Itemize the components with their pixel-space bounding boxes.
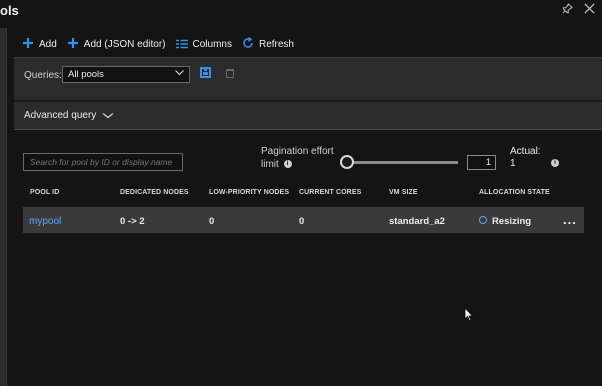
- column-header-allocation-state[interactable]: ALLOCATION STATE: [479, 189, 550, 196]
- add-json-editor-button[interactable]: Add (JSON editor): [67, 37, 166, 52]
- circle-status-icon: [479, 216, 487, 224]
- vm-size-cell: standard_a2: [389, 216, 445, 227]
- advanced-query-toggle[interactable]: Advanced query: [14, 102, 602, 129]
- low-priority-nodes-cell: 0: [209, 216, 215, 227]
- add-label: Add: [39, 38, 57, 50]
- queries-bar: Queries: All pools: [14, 58, 602, 100]
- chevron-down-icon: [175, 68, 184, 78]
- pagination-label-line2-text: limit: [261, 159, 279, 170]
- blade-border: [6, 28, 7, 386]
- pagination-label: Pagination effort limit i: [261, 145, 345, 171]
- column-header-current-cores[interactable]: CURRENT CORES: [299, 189, 361, 196]
- advanced-query-label: Advanced query: [24, 110, 97, 121]
- mouse-cursor-icon: [464, 306, 474, 327]
- pagination-limit-input[interactable]: 1: [467, 155, 496, 170]
- toolbar: Add Add (JSON editor) Columns Refresh: [14, 31, 602, 57]
- chevron-down-icon: [102, 111, 114, 121]
- column-header-dedicated-nodes[interactable]: DEDICATED NODES: [120, 189, 189, 196]
- table-row[interactable]: mypool 0 -> 2 0 0 standard_a2 Resizing .…: [23, 207, 584, 233]
- actual-value: 1: [510, 158, 516, 169]
- close-icon[interactable]: [584, 1, 595, 18]
- refresh-button[interactable]: Refresh: [242, 36, 294, 52]
- queries-selected-value: All pools: [68, 69, 104, 80]
- column-header-pool-id[interactable]: POOL ID: [30, 189, 59, 196]
- advanced-divider: [14, 129, 602, 130]
- columns-icon: [175, 37, 188, 52]
- trash-icon[interactable]: [226, 69, 234, 78]
- info-icon[interactable]: i: [283, 160, 292, 169]
- pool-id-link[interactable]: mypool: [29, 216, 61, 227]
- allocation-state-cell: Resizing: [492, 216, 532, 227]
- dedicated-nodes-cell: 0 -> 2: [120, 216, 145, 227]
- add-button[interactable]: Add: [22, 37, 57, 52]
- pagination-label-line1: Pagination effort: [261, 146, 334, 157]
- column-header-low-priority-nodes[interactable]: LOW-PRIORITY NODES: [209, 189, 289, 196]
- queries-label: Queries:: [24, 70, 62, 81]
- refresh-icon: [242, 36, 254, 52]
- pool-search-input[interactable]: [23, 153, 183, 171]
- save-icon[interactable]: [200, 67, 211, 78]
- columns-button[interactable]: Columns: [175, 37, 232, 52]
- actual-label: Actual:: [510, 146, 541, 157]
- pagination-slider-thumb[interactable]: [340, 155, 354, 169]
- current-cores-cell: 0: [299, 216, 305, 227]
- plus-icon: [67, 37, 79, 52]
- refresh-label: Refresh: [258, 38, 294, 50]
- pagination-label-line2: limit i: [261, 158, 345, 171]
- pagination-slider-track[interactable]: [348, 161, 458, 164]
- blade-title: ols: [0, 3, 19, 18]
- columns-label: Columns: [192, 38, 232, 50]
- plus-icon: [22, 37, 34, 52]
- queries-select[interactable]: All pools: [62, 66, 190, 83]
- more-options-button[interactable]: ...: [563, 212, 577, 227]
- pin-icon[interactable]: [562, 3, 573, 17]
- blade-titlebar: ols: [0, 0, 602, 28]
- column-header-vm-size[interactable]: VM SIZE: [389, 189, 418, 196]
- add-json-editor-label: Add (JSON editor): [83, 38, 166, 50]
- info-icon[interactable]: i: [551, 159, 559, 167]
